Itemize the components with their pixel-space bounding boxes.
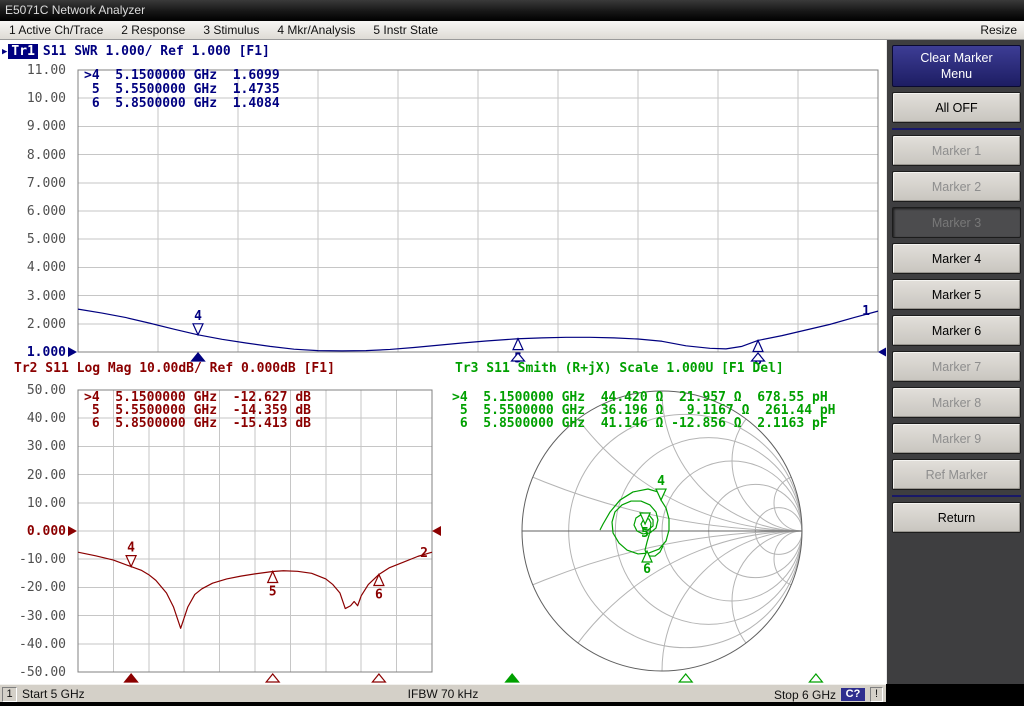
softkey-menu-title: Clear Marker Menu [892, 45, 1021, 87]
tr1-marker-5[interactable] [513, 339, 523, 350]
sidebar-divider [892, 495, 1021, 497]
tr1-ref-level-arrow-left[interactable] [68, 347, 77, 357]
title-bar: E5071C Network Analyzer [0, 0, 1024, 21]
marker-label-5: 5 [269, 584, 277, 599]
menu-item-4[interactable]: 4 Mkr/Analysis [268, 23, 364, 37]
marker-label-4: 4 [657, 474, 665, 489]
menu-item-resize[interactable]: Resize [973, 23, 1024, 37]
sidebar-button-marker-7[interactable]: Marker 7 [892, 351, 1021, 382]
menu-item-3[interactable]: 3 Stimulus [194, 23, 268, 37]
tr1-ref-level-arrow-right[interactable] [878, 347, 886, 357]
marker-label-6: 6 [643, 562, 651, 577]
softkey-buttons: All OFF Marker 1 Marker 2 Marker 3 Marker 4 M… [892, 87, 1021, 533]
tr2-stimulus-marker-6[interactable] [372, 674, 385, 682]
tr2-marker-6[interactable] [374, 574, 384, 585]
marker-label-4: 4 [194, 309, 202, 324]
sidebar-button-marker-6[interactable]: Marker 6 [892, 315, 1021, 346]
window-title: E5071C Network Analyzer [5, 3, 145, 17]
menu-bar: 1 Active Ch/Trace2 Response3 Stimulus4 M… [0, 21, 1024, 40]
marker-label-1: 1 [862, 304, 870, 319]
softkey-menu-title-line2: Menu [941, 66, 972, 82]
sidebar-button-return[interactable]: Return [892, 502, 1021, 533]
tr3-stimulus-marker-4[interactable] [506, 674, 519, 682]
tr2-stimulus-marker-4[interactable] [125, 674, 138, 682]
tr3-stimulus-marker-6[interactable] [809, 674, 822, 682]
sidebar-button-ref-marker[interactable]: Ref Marker [892, 459, 1021, 490]
stop-frequency-label: Stop 6 GHz [774, 688, 836, 702]
sidebar-button-marker-9[interactable]: Marker 9 [892, 423, 1021, 454]
sidebar-divider [892, 128, 1021, 130]
marker-label-5: 5 [641, 526, 649, 541]
sidebar-button-marker-2[interactable]: Marker 2 [892, 171, 1021, 202]
instrument-display: 14562456456 ▶ Tr1 S11 SWR 1.000/ Ref 1.0… [0, 40, 886, 684]
sidebar-button-marker-5[interactable]: Marker 5 [892, 279, 1021, 310]
tr1-stimulus-marker-4[interactable] [192, 353, 205, 361]
marker-label-6: 6 [375, 587, 383, 602]
marker-label-4: 4 [127, 541, 135, 556]
tr2-grid [78, 390, 432, 672]
sidebar-button-marker-1[interactable]: Marker 1 [892, 135, 1021, 166]
softkey-sidebar: Clear Marker Menu All OFF Marker 1 Marker … [886, 40, 1024, 684]
sidebar-button-all-off[interactable]: All OFF [892, 92, 1021, 123]
tr2-marker-5[interactable] [268, 571, 278, 582]
tr2-ref-level-arrow-right[interactable] [432, 526, 441, 536]
softkey-menu-title-line1: Clear Marker [920, 50, 992, 66]
charts-canvas: 14562456456 [0, 40, 886, 684]
alert-indicator[interactable]: ! [870, 687, 883, 702]
tr2-ref-level-arrow-left[interactable] [68, 526, 77, 536]
menu-item-2[interactable]: 2 Response [112, 23, 194, 37]
tr2-stimulus-marker-5[interactable] [266, 674, 279, 682]
menu-item-5[interactable]: 5 Instr State [364, 23, 447, 37]
tr1-marker-4[interactable] [193, 324, 203, 335]
tr3-stimulus-marker-5[interactable] [679, 674, 692, 682]
sidebar-button-marker-4[interactable]: Marker 4 [892, 243, 1021, 274]
correction-badge: C? [841, 688, 865, 701]
ifbw-label: IFBW 70 kHz [0, 687, 886, 701]
sidebar-button-marker-3[interactable]: Marker 3 [892, 207, 1021, 238]
status-bar: 1 Start 5 GHz IFBW 70 kHz Stop 6 GHz C? … [0, 684, 886, 702]
marker-label-2: 2 [420, 546, 428, 561]
menu-items: 1 Active Ch/Trace2 Response3 Stimulus4 M… [0, 23, 447, 37]
menu-item-1[interactable]: 1 Active Ch/Trace [0, 23, 112, 37]
app-window: E5071C Network Analyzer 1 Active Ch/Trac… [0, 0, 1024, 706]
status-right-group: Stop 6 GHz C? ! [774, 687, 883, 702]
sidebar-button-marker-8[interactable]: Marker 8 [892, 387, 1021, 418]
